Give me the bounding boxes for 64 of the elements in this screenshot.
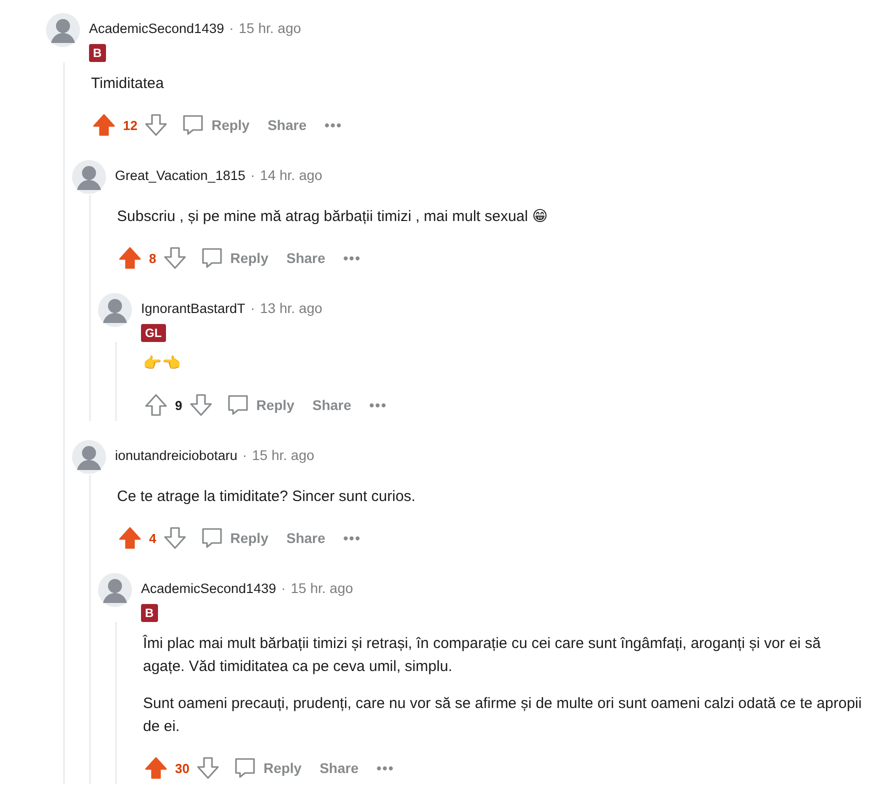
reply-button[interactable]: Reply [194,242,274,274]
reply-button[interactable]: Reply [220,389,300,421]
upvote-button[interactable] [143,392,169,418]
comment-icon [200,526,224,550]
vote-score: 30 [175,760,190,776]
share-button[interactable]: Share [306,393,358,417]
more-options-button[interactable]: ••• [337,526,367,550]
username-link[interactable]: IgnorantBastardT [141,300,246,316]
comment-icon [233,756,258,780]
separator-dot: · [250,300,255,316]
avatar-icon[interactable] [97,572,133,608]
more-options-button[interactable]: ••• [370,756,400,780]
downvote-button[interactable] [188,392,214,418]
comment-text: Subscriu , și pe mine mă atrag bărbații timizi , mai mult sexual 😁 [117,207,549,227]
avatar-icon[interactable] [71,439,107,475]
username-link[interactable]: AcademicSecond1439 [89,20,224,36]
separator-dot: · [281,580,286,596]
comment-icon [181,113,206,137]
more-options-button[interactable]: ••• [318,113,348,137]
user-flair: B [141,604,158,622]
reply-button[interactable]: Reply [194,522,274,554]
more-options-button[interactable]: ••• [337,246,367,270]
user-flair: B [89,44,106,62]
vote-score: 9 [175,398,182,412]
comment-icon [200,246,224,270]
vote-score: 12 [123,118,138,132]
timestamp[interactable]: 15 hr. ago [238,20,302,36]
username-link[interactable]: ionutandreiciobotaru [115,448,238,462]
comment-text: 👉👈 [143,354,182,374]
separator-dot: · [250,167,256,183]
upvote-button[interactable] [117,525,143,551]
avatar-icon[interactable] [97,292,133,328]
separator-dot: · [242,447,248,463]
comment-icon [226,393,250,417]
vote-score: 4 [149,530,156,546]
comment-text: Timiditatea [91,74,165,94]
timestamp[interactable]: 14 hr. ago [260,167,322,183]
comment-text: Sunt oameni precauți, prudenți, care nu vor să se afirme și de multe ori sunt oameni calzi odată ce te apropii de ei. [143,694,863,737]
more-options-button[interactable]: ••• [363,393,393,417]
upvote-button[interactable] [143,755,169,781]
vote-score: 8 [149,250,156,266]
separator-dot: · [229,20,234,36]
user-flair: GL [141,324,166,342]
share-button[interactable]: Share [280,246,332,270]
timestamp[interactable]: 15 hr. ago [290,580,354,596]
share-button[interactable]: Share [262,113,313,137]
avatar-icon[interactable] [71,159,107,195]
comment-text: Îmi plac mai mult bărbații timizi și retrași, în comparație cu cei care sunt îngâmfați, aroganți și vor ei să agațe. Văd timiditatea ca pe ceva umil, simplu. [143,634,822,677]
downvote-button[interactable] [143,112,170,138]
username-link[interactable]: Great_Vacation_1815 [115,168,246,182]
share-button[interactable]: Share [280,526,332,550]
upvote-button[interactable] [91,112,117,138]
comment-text: Ce te atrage la timiditate? Sincer sunt curios. [117,487,416,507]
timestamp[interactable]: 13 hr. ago [260,300,322,316]
reply-button[interactable]: Reply [227,752,308,784]
downvote-button[interactable] [162,525,188,551]
upvote-button[interactable] [117,245,143,271]
downvote-button[interactable] [162,245,188,271]
share-button[interactable]: Share [314,756,365,780]
downvote-button[interactable] [195,755,222,781]
username-link[interactable]: AcademicSecond1439 [141,580,276,596]
reply-button[interactable]: Reply [175,109,256,141]
timestamp[interactable]: 15 hr. ago [252,447,314,463]
avatar-icon[interactable] [45,12,81,48]
